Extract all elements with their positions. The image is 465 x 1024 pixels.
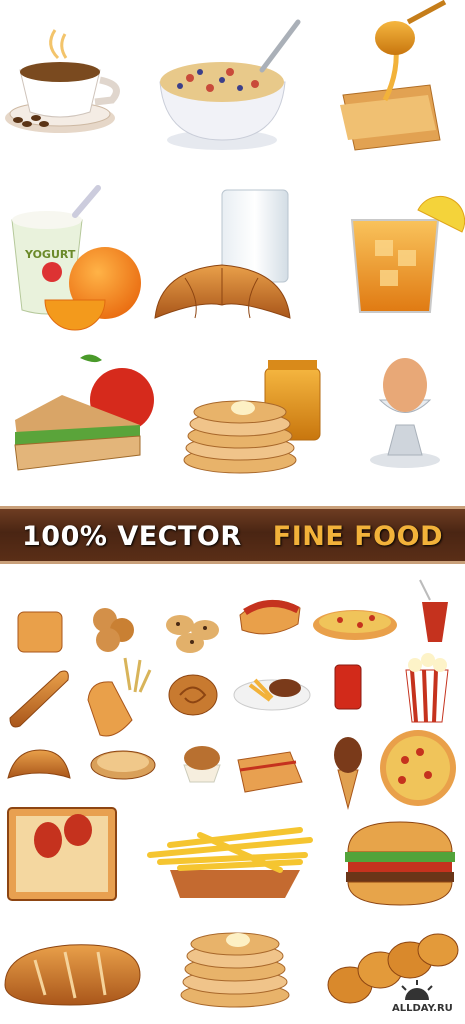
hotdog [239,599,301,635]
ice-cream-cone [334,737,362,810]
watermark: ALLDAY.RU [392,1003,453,1014]
pizza-whole [380,730,456,806]
sandwich-apple [14,354,154,471]
soda-cup [419,579,448,642]
honey-toast [340,0,447,151]
boiled-egg [370,358,440,468]
popcorn [405,653,449,723]
yogurt-oranges: YOGURT [11,185,141,331]
cinnamon-roll [168,674,218,716]
pizza [313,610,397,640]
coffee-cup [5,29,120,133]
cereal-bowl [159,19,301,150]
toast [17,611,63,653]
bread-wheat [87,657,152,737]
french-fries [147,827,313,898]
title-banner: 100% VECTOR FINE FOOD [0,506,465,564]
lasagna [237,751,303,793]
svg-text:YOGURT: YOGURT [24,248,76,261]
pancakes-honey [183,360,321,474]
sun-logo-icon [401,980,433,1000]
lasagna-plate [7,807,117,901]
muffin [183,746,221,783]
cookies [93,608,134,652]
croissant-small [7,749,71,779]
hamburger [345,821,455,906]
pancakes-bottom [180,932,290,1008]
soda-can [334,664,362,710]
iced-tea [350,195,465,313]
braided-bread [327,933,459,1004]
steak-fries [233,678,311,711]
croissant-milk [154,189,291,319]
bread-loaf [4,944,141,1006]
baguette [9,670,69,728]
chocolate-chip-cookies [166,615,219,653]
pie [90,750,156,780]
banner-right-text: FINE FOOD [272,521,443,552]
banner-left-text: 100% VECTOR [22,521,242,552]
